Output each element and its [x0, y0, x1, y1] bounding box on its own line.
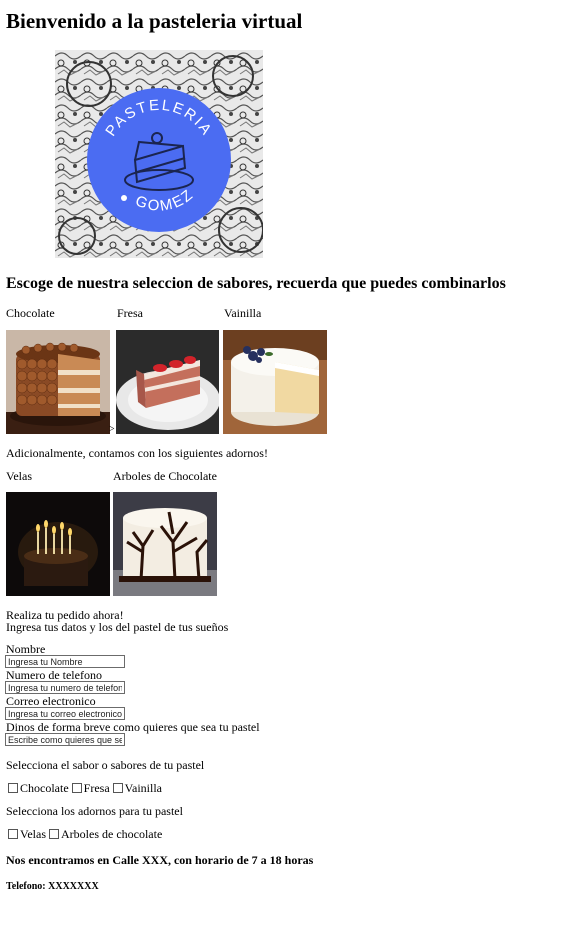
stray-caret-text: >	[109, 424, 115, 435]
decor-checkbox-group: Velas Arboles de chocolate	[8, 828, 162, 841]
decorations-intro: Adicionalmente, contamos con los siguien…	[6, 446, 268, 460]
flavor-checkbox-group: Chocolate Fresa Vainilla	[8, 782, 162, 795]
bakery-logo: PASTELERIA GOMEZ	[55, 50, 263, 258]
flavor-label-chocolate: Chocolate	[6, 306, 55, 320]
email-input[interactable]	[5, 707, 125, 720]
decor-label-velas: Velas	[6, 469, 32, 483]
checkbox-vainilla[interactable]: Vainilla	[112, 781, 162, 795]
phone-input[interactable]	[5, 681, 125, 694]
address-text: Nos encontramos en Calle XXX, con horari…	[6, 853, 314, 867]
checkbox-fresa[interactable]: Fresa	[71, 781, 110, 795]
decor-label-arboles: Arboles de Chocolate	[113, 469, 217, 483]
decor-select-prompt: Selecciona los adornos para tu pastel	[6, 804, 183, 818]
strawberry-cake-image	[116, 330, 219, 434]
logo-graphic: PASTELERIA GOMEZ	[55, 50, 263, 258]
checkbox-velas[interactable]: Velas	[8, 827, 46, 841]
description-input[interactable]	[5, 733, 125, 746]
checkbox-box[interactable]	[8, 783, 18, 793]
checkbox-chocolate[interactable]: Chocolate	[8, 781, 69, 795]
chocolate-trees-cake-image	[113, 492, 217, 596]
chocolate-cake-image	[6, 330, 110, 434]
phone-text: Telefono: XXXXXXX	[6, 881, 99, 892]
flavor-label-fresa: Fresa	[117, 306, 143, 320]
candles-cake-image	[6, 492, 110, 596]
flavor-label-vainilla: Vainilla	[224, 306, 262, 320]
checkbox-arboles[interactable]: Arboles de chocolate	[49, 827, 162, 841]
checkbox-box[interactable]	[112, 783, 123, 793]
flavors-heading: Escoge de nuestra seleccion de sabores, …	[6, 275, 506, 292]
page-title: Bienvenido a la pasteleria virtual	[6, 9, 303, 33]
vanilla-cake-image	[223, 330, 327, 434]
checkbox-box[interactable]	[49, 829, 59, 839]
order-instructions: Ingresa tus datos y los del pastel de tu…	[6, 620, 229, 634]
checkbox-box[interactable]	[71, 783, 82, 793]
flavor-select-prompt: Selecciona el sabor o sabores de tu past…	[6, 758, 205, 772]
checkbox-box[interactable]	[8, 829, 18, 839]
name-input[interactable]	[5, 655, 125, 668]
